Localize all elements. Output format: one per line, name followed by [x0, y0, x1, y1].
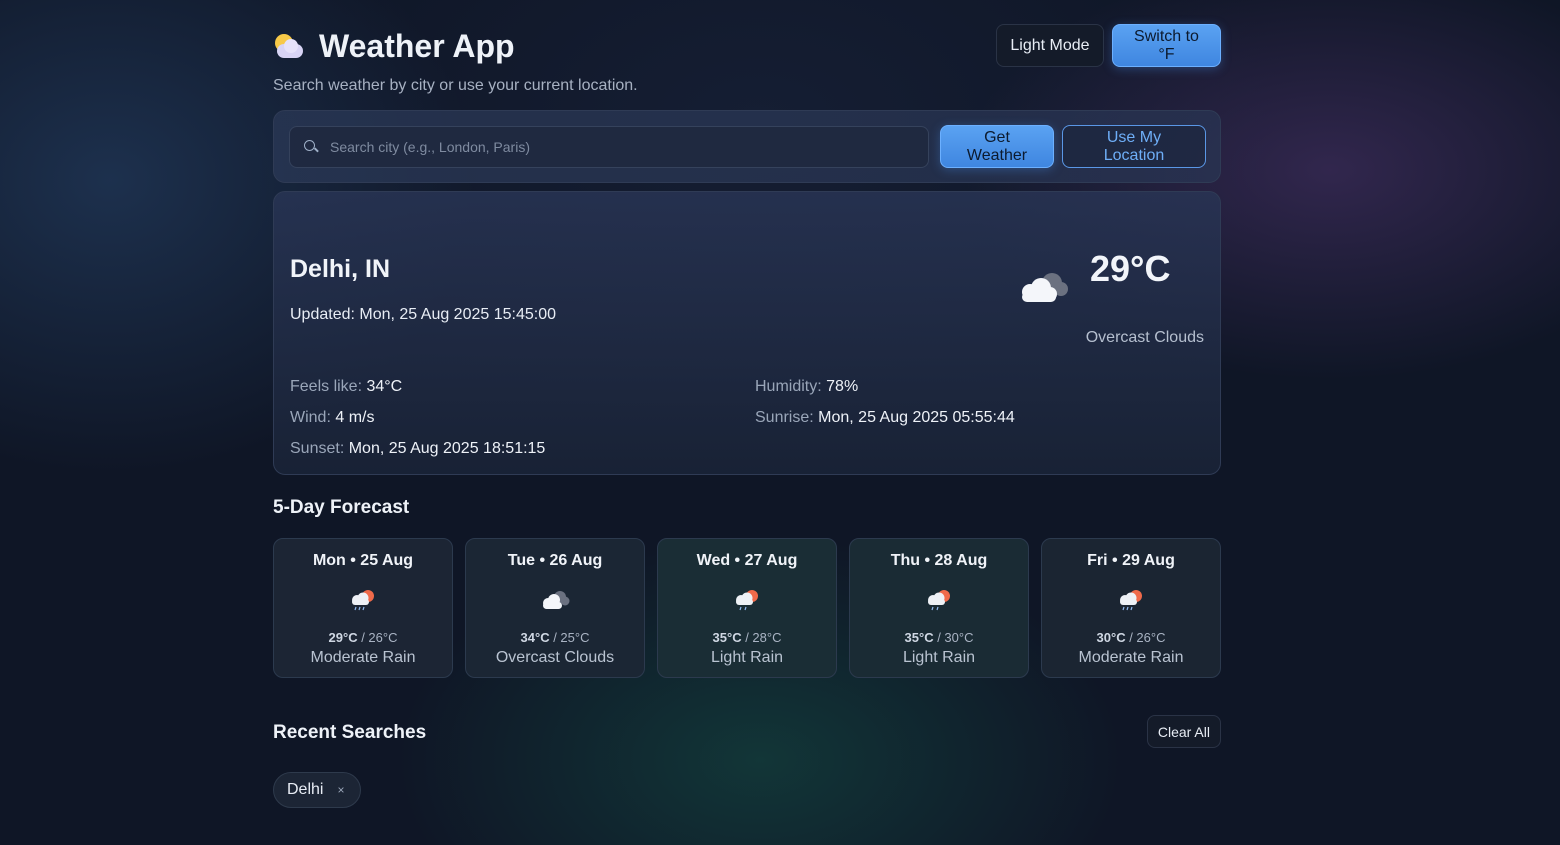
sunrise-label: Sunrise: — [755, 409, 814, 426]
forecast-card: Tue • 26 Aug 34°C / 25°C Overcast Clouds — [465, 538, 645, 678]
remove-icon[interactable]: × — [337, 783, 344, 797]
recent-search-label[interactable]: Delhi — [287, 781, 323, 799]
forecast-desc: Moderate Rain — [310, 649, 416, 666]
forecast-temps: 34°C / 25°C — [520, 630, 590, 645]
app-subtitle: Search weather by city or use your curre… — [273, 77, 638, 94]
forecast-low: 25°C — [560, 630, 590, 645]
humidity-label: Humidity: — [755, 378, 822, 395]
forecast-card: Thu • 28 Aug 35°C / 30°C Light Rain — [849, 538, 1029, 678]
rain-icon — [352, 590, 374, 611]
feels-like-label: Feels like: — [290, 378, 363, 395]
forecast-high: 35°C — [904, 630, 934, 645]
clear-all-button[interactable]: Clear All — [1146, 715, 1221, 748]
forecast-low: 30°C — [944, 630, 974, 645]
feels-like-value: 34°C — [366, 378, 403, 395]
sunset-label: Sunset: — [290, 440, 345, 457]
updated-time: Updated: Mon, 25 Aug 2025 15:45:00 — [290, 306, 556, 324]
header: Weather App Search weather by city or us… — [273, 0, 1221, 110]
forecast-high: 34°C — [520, 630, 550, 645]
get-weather-button[interactable]: Get Weather — [940, 125, 1054, 168]
overcast-clouds-icon — [543, 591, 570, 609]
forecast-desc: Moderate Rain — [1078, 649, 1184, 666]
sunset: Sunset: Mon, 25 Aug 2025 18:51:15 — [290, 440, 545, 458]
current-weather-card: Delhi, IN Updated: Mon, 25 Aug 2025 15:4… — [273, 191, 1221, 475]
updated-label: Updated: — [290, 306, 355, 323]
forecast-title: 5-Day Forecast — [273, 497, 410, 518]
recent-searches-title: Recent Searches — [273, 722, 427, 743]
wind-label: Wind: — [290, 409, 331, 426]
forecast-card: Fri • 29 Aug 30°C / 26°C Moderate Rain — [1041, 538, 1221, 678]
city-name: Delhi, IN — [290, 255, 391, 283]
forecast-day: Thu • 28 Aug — [890, 552, 988, 569]
wind-value: 4 m/s — [335, 409, 375, 426]
overcast-clouds-icon — [1022, 273, 1068, 302]
app-container: Weather App Search weather by city or us… — [273, 0, 1221, 808]
forecast-list: Mon • 25 Aug 29°C / 26°C Moderate Rain T… — [273, 538, 1221, 678]
forecast-low: 28°C — [752, 630, 782, 645]
feels-like: Feels like: 34°C — [290, 378, 402, 396]
forecast-day: Wed • 27 Aug — [696, 552, 798, 569]
sunrise-value: Mon, 25 Aug 2025 05:55:44 — [818, 409, 1015, 426]
recent-search-chip[interactable]: Delhi × — [273, 772, 362, 808]
forecast-high: 35°C — [712, 630, 742, 645]
forecast-low: 26°C — [1136, 630, 1166, 645]
rain-icon — [928, 590, 950, 611]
rain-icon — [1120, 590, 1142, 611]
forecast-high: 30°C — [1096, 630, 1126, 645]
forecast-day: Tue • 26 Aug — [507, 552, 603, 569]
app-title: Weather App — [273, 28, 515, 65]
use-location-button[interactable]: Use My Location — [1062, 125, 1206, 168]
forecast-desc: Light Rain — [710, 649, 784, 666]
condition-text: Overcast Clouds — [1085, 329, 1204, 346]
search-panel: Get Weather Use My Location — [273, 110, 1221, 183]
forecast-high: 29°C — [328, 630, 358, 645]
forecast-day: Mon • 25 Aug — [312, 552, 414, 569]
header-actions: Light Mode Switch to °F — [996, 24, 1221, 67]
partly-cloudy-icon — [273, 32, 307, 62]
search-actions: Get Weather Use My Location — [940, 125, 1206, 168]
forecast-temps: 35°C / 28°C — [712, 630, 782, 645]
wind: Wind: 4 m/s — [290, 409, 374, 427]
forecast-low: 26°C — [368, 630, 398, 645]
forecast-card: Mon • 25 Aug 29°C / 26°C Moderate Rain — [273, 538, 453, 678]
forecast-temps: 30°C / 26°C — [1096, 630, 1166, 645]
humidity: Humidity: 78% — [755, 378, 858, 396]
humidity-value: 78% — [826, 378, 859, 395]
search-icon — [304, 140, 318, 154]
current-temperature: 29°C — [1090, 248, 1171, 289]
forecast-card: Wed • 27 Aug 35°C / 28°C Light Rain — [657, 538, 837, 678]
unit-toggle-button[interactable]: Switch to °F — [1112, 24, 1221, 67]
forecast-day: Fri • 29 Aug — [1087, 552, 1175, 569]
forecast-temps: 35°C / 30°C — [904, 630, 974, 645]
search-input[interactable] — [330, 127, 928, 167]
rain-icon — [736, 590, 758, 611]
app-title-text: Weather App — [319, 28, 515, 64]
updated-value: Mon, 25 Aug 2025 15:45:00 — [359, 306, 556, 323]
forecast-desc: Light Rain — [902, 649, 976, 666]
sunset-value: Mon, 25 Aug 2025 18:51:15 — [348, 440, 546, 457]
sunrise: Sunrise: Mon, 25 Aug 2025 05:55:44 — [755, 409, 1015, 427]
theme-toggle-button[interactable]: Light Mode — [996, 24, 1104, 67]
forecast-temps: 29°C / 26°C — [328, 630, 398, 645]
forecast-desc: Overcast Clouds — [495, 649, 615, 666]
search-field[interactable] — [289, 126, 929, 168]
